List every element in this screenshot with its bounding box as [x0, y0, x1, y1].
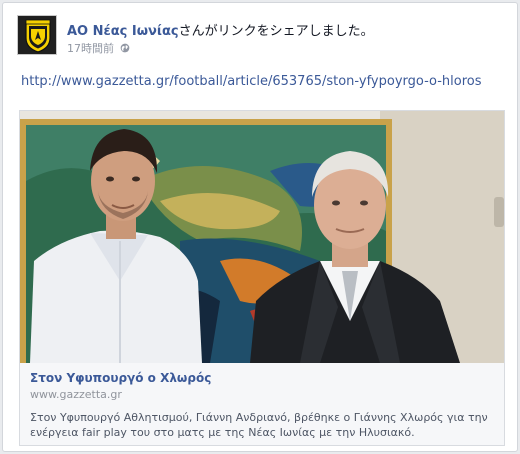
attachment-domain: www.gazzetta.gr — [30, 388, 122, 401]
attachment-title[interactable]: Στον Υφυπουργό ο Χλωρός — [30, 371, 494, 385]
article-photo-image — [20, 111, 504, 363]
attachment-photo[interactable] — [20, 111, 504, 363]
post-header: ΑΟ Νέας Ιωνίαςさんがリンクをシェアしました。 — [67, 20, 374, 39]
globe-icon[interactable] — [120, 43, 130, 53]
club-crest-logo — [18, 16, 56, 54]
link-attachment[interactable]: Στον Υφυπουργό ο Χλωρός www.gazzetta.gr … — [19, 110, 505, 446]
page-avatar[interactable] — [17, 15, 57, 55]
post-meta: 17時間前 — [67, 40, 130, 56]
share-action-text: さんがリンクをシェアしました。 — [178, 24, 374, 39]
feed-post: ΑΟ Νέας Ιωνίαςさんがリンクをシェアしました。 17時間前 http… — [2, 2, 518, 452]
shared-link-url[interactable]: http://www.gazzetta.gr/football/article/… — [21, 74, 482, 89]
attachment-description: Στον Υφυπουργό Αθλητισμού, Γιάννη Ανδρια… — [30, 411, 488, 439]
post-timestamp[interactable]: 17時間前 — [67, 40, 114, 56]
attachment-caption: Στον Υφυπουργό ο Χλωρός www.gazzetta.gr … — [20, 363, 504, 445]
author-link[interactable]: ΑΟ Νέας Ιωνίας — [67, 24, 179, 39]
